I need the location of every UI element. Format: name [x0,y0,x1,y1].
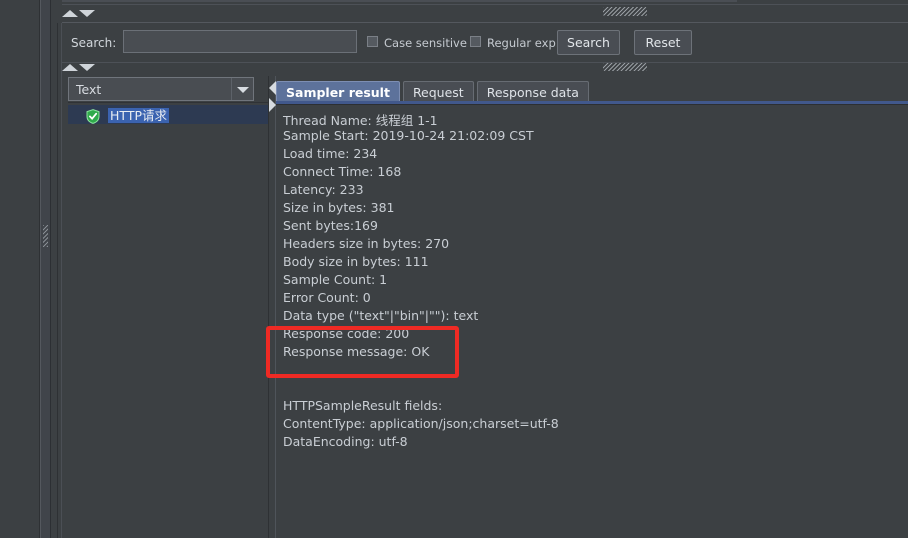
result-line: ContentType: application/json;charset=ut… [283,416,559,431]
search-label: Search: [71,36,117,50]
collapse-expand-carets-top[interactable] [62,8,100,20]
result-line: Latency: 233 [283,182,364,197]
caret-down-icon[interactable] [79,10,95,17]
top-divider-strip [51,0,908,23]
tab-response-data[interactable]: Response data [476,81,589,102]
panel-edge-line-a [57,0,58,538]
tab-bar: Sampler result Request Response data [276,79,592,102]
jmeter-view-results-tree: Search: Case sensitive Regular exp. Sear… [0,0,908,538]
top-frame-line [62,0,737,2]
result-line: Sample Start: 2019-10-24 21:02:09 CST [283,128,534,143]
result-line: DataEncoding: utf-8 [283,434,408,449]
result-line: Body size in bytes: 111 [283,254,429,269]
regular-exp-checkbox[interactable] [470,36,481,47]
top-rule-1 [62,4,908,5]
split-grip-icon [43,225,48,247]
shield-success-icon [86,109,100,124]
results-tree-panel: Text HTTP请求 [62,76,270,538]
result-line: Headers size in bytes: 270 [283,236,450,251]
tab-sampler-result[interactable]: Sampler result [276,81,400,102]
tree-tabs-split-handle[interactable] [268,76,276,538]
search-button[interactable]: Search [557,30,620,55]
result-tabs-panel: Sampler result Request Response data Thr… [276,76,908,538]
case-sensitive-checkbox[interactable] [367,36,378,47]
result-line: Sample Count: 1 [283,272,388,287]
case-sensitive-label: Case sensitive [384,36,467,50]
annotation-highlight-box [266,326,459,378]
caret-down-icon-2[interactable] [79,64,95,71]
sampler-result-text[interactable]: Thread Name: 线程组 1-1 Sample Start: 2019-… [276,105,908,538]
result-line: Size in bytes: 381 [283,200,395,215]
result-line: Load time: 234 [283,146,378,161]
result-line: Data type ("text"|"bin"|""): text [283,308,479,323]
search-toolbar: Search: Case sensitive Regular exp. Sear… [62,22,908,62]
tab-request[interactable]: Request [402,81,474,102]
left-gutter [0,0,40,538]
reset-button[interactable]: Reset [634,30,692,55]
search-input[interactable] [123,30,357,53]
divider-rule-2 [62,62,908,63]
renderer-select-value: Text [76,82,102,97]
regular-exp-label: Regular exp. [487,36,560,50]
vertical-split-handle[interactable] [40,0,51,538]
horizontal-divider-grip-top[interactable] [603,7,647,16]
tree-item-http-request[interactable]: HTTP请求 [68,105,270,124]
chevron-down-icon[interactable] [231,78,253,100]
renderer-select[interactable]: Text [68,77,254,101]
result-line: Thread Name: 线程组 1-1 [283,113,438,128]
horizontal-divider-grip-mid[interactable] [603,63,647,71]
result-line: Sent bytes:169 [283,218,378,233]
expand-right-arrow-icon[interactable] [269,98,276,112]
result-line: Connect Time: 168 [283,164,402,179]
caret-up-icon-2[interactable] [62,64,78,71]
tree-item-label: HTTP请求 [108,108,169,123]
caret-up-icon[interactable] [62,10,78,17]
results-tree-list[interactable]: HTTP请求 [68,102,270,538]
collapse-expand-carets-mid[interactable] [62,62,100,74]
result-line: Error Count: 0 [283,290,371,305]
result-line: HTTPSampleResult fields: [283,398,443,413]
expand-left-arrow-icon[interactable] [269,81,276,95]
